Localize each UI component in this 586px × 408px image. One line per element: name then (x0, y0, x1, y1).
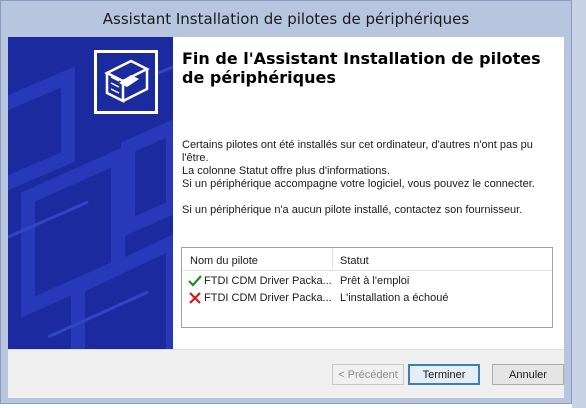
column-header-driver-name[interactable]: Nom du pilote (190, 255, 258, 267)
desktop-background (572, 0, 586, 408)
window-title: Assistant Installation de pilotes de pér… (102, 10, 470, 28)
back-button[interactable]: < Précédent (332, 364, 404, 385)
table-row[interactable]: FTDI CDM Driver Packa... Prêt à l'emploi (182, 273, 552, 289)
checkmark-icon (188, 274, 202, 288)
wizard-window: Assistant Installation de pilotes de pér… (0, 0, 572, 404)
driver-name: FTDI CDM Driver Packa... (204, 275, 332, 287)
info-line-2: La colonne Statut offre plus d'informati… (182, 165, 390, 177)
finish-button[interactable]: Terminer (408, 364, 480, 385)
driver-list-table: Nom du pilote Statut FTDI CDM Driver Pac… (181, 247, 553, 328)
wizard-client-area: Fin de l'Assistant Installation de pilot… (8, 37, 564, 398)
wizard-content: Fin de l'Assistant Installation de pilot… (173, 37, 564, 349)
window-titlebar[interactable]: Assistant Installation de pilotes de pér… (1, 1, 571, 37)
table-header: Nom du pilote Statut (182, 248, 552, 271)
column-divider[interactable] (332, 248, 333, 270)
x-error-icon (188, 291, 202, 305)
driver-status: L'installation a échoué (340, 292, 449, 304)
connect-text: Si un périphérique accompagne votre logi… (182, 178, 535, 190)
cancel-button[interactable]: Annuler (492, 364, 564, 385)
driver-name: FTDI CDM Driver Packa... (204, 292, 332, 304)
info-line-1: Certains pilotes ont été installés sur c… (182, 139, 533, 164)
vendor-text: Si un périphérique n'a aucun pilote inst… (182, 204, 523, 216)
info-text: Certains pilotes ont été installés sur c… (182, 139, 562, 178)
page-title: Fin de l'Assistant Installation de pilot… (182, 49, 541, 87)
column-header-status[interactable]: Statut (340, 255, 369, 267)
driver-install-icon (94, 50, 158, 114)
wizard-side-banner (8, 37, 173, 349)
wizard-footer: < Précédent Terminer Annuler (8, 350, 564, 398)
table-row[interactable]: FTDI CDM Driver Packa... L'installation … (182, 290, 552, 306)
driver-status: Prêt à l'emploi (340, 275, 410, 287)
